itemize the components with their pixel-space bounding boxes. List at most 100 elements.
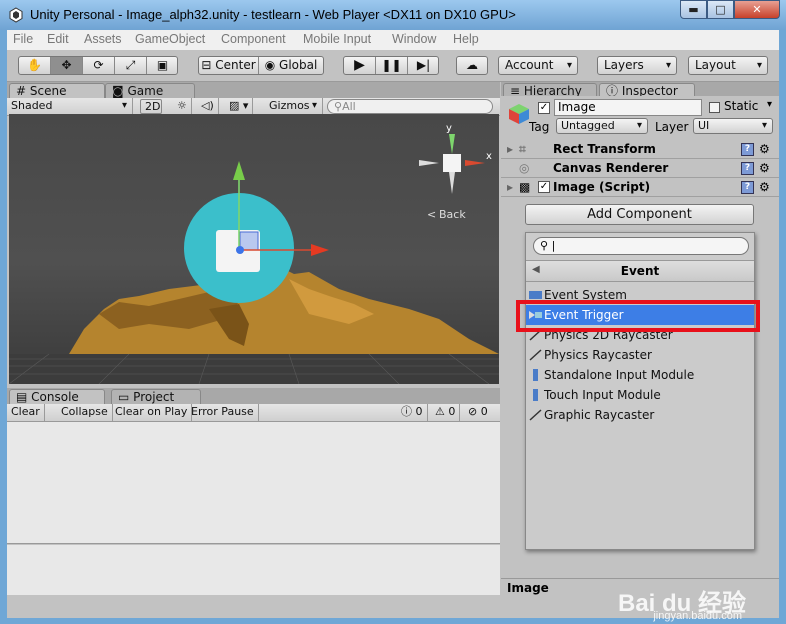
info-icon: ⓘ xyxy=(401,405,412,418)
layers-dropdown[interactable]: Layers xyxy=(597,56,677,75)
component-image-script[interactable]: ▸ ▩ ✓ Image (Script) ? ⚙ xyxy=(501,178,779,197)
lighting-toggle[interactable]: ☼ xyxy=(173,98,192,115)
rect-tool-button[interactable]: ▣ xyxy=(147,57,178,74)
step-icon: ▶| xyxy=(416,58,431,72)
global-toggle[interactable]: ◉ Global xyxy=(259,57,323,74)
menu-help[interactable]: Help xyxy=(453,32,479,46)
component-canvas-renderer[interactable]: ◎ Canvas Renderer ? ⚙ xyxy=(501,159,779,178)
move-tool-button[interactable]: ✥ xyxy=(51,57,83,74)
tab-console[interactable]: ▤ Console xyxy=(9,389,105,405)
menu-file[interactable]: File xyxy=(13,32,33,46)
list-item-graphic-raycaster[interactable]: Graphic Raycaster xyxy=(526,405,754,425)
component-enabled-checkbox[interactable]: ✓ xyxy=(538,181,550,193)
help-icon[interactable]: ? xyxy=(741,143,754,156)
clear-button[interactable]: Clear xyxy=(7,404,45,421)
list-item-touch-input-module[interactable]: Touch Input Module xyxy=(526,385,754,405)
add-component-button[interactable]: Add Component xyxy=(525,204,754,225)
menu-mobile-input[interactable]: Mobile Input xyxy=(303,32,371,46)
audio-toggle[interactable]: ◁) xyxy=(197,98,219,115)
category-header: ◀ Event xyxy=(526,260,754,282)
game-icon: ◙ xyxy=(112,84,124,98)
rotate-icon: ⟳ xyxy=(93,58,104,72)
search-icon: ⚲ xyxy=(334,100,343,113)
canvas-renderer-icon: ◎ xyxy=(519,161,530,175)
error-icon: ⊘ xyxy=(468,405,478,418)
component-rect-transform[interactable]: ▸ ⌗ Rect Transform ? ⚙ xyxy=(501,140,779,159)
gear-icon[interactable]: ⚙ xyxy=(759,178,770,196)
rotate-tool-button[interactable]: ⟳ xyxy=(83,57,115,74)
account-dropdown[interactable]: Account xyxy=(498,56,578,75)
raycaster-icon xyxy=(529,409,542,421)
input-module-icon xyxy=(533,369,538,381)
gameobject-cube-icon xyxy=(509,104,529,124)
pause-button[interactable]: ❚❚ xyxy=(376,57,408,74)
layout-dropdown[interactable]: Layout xyxy=(688,56,768,75)
tab-game[interactable]: ◙ Game xyxy=(105,83,195,99)
gear-icon[interactable]: ⚙ xyxy=(759,140,770,158)
menu-edit[interactable]: Edit xyxy=(47,32,69,46)
rect-icon: ▣ xyxy=(156,58,169,72)
scene-view[interactable]: y x < Back xyxy=(9,114,499,384)
foldout-arrow-icon: ▸ xyxy=(507,180,514,194)
center-toggle[interactable]: ⊟ Center xyxy=(199,57,259,74)
console-log-list[interactable] xyxy=(7,422,500,544)
gizmos-dropdown[interactable]: Gizmos xyxy=(265,98,323,115)
static-checkbox[interactable] xyxy=(709,102,720,113)
tag-dropdown[interactable]: Untagged xyxy=(556,118,648,134)
cloud-button[interactable]: ☁ xyxy=(456,56,488,75)
layer-label: Layer xyxy=(655,120,689,134)
menu-assets[interactable]: Assets xyxy=(84,32,122,46)
static-label: Static xyxy=(724,99,759,113)
shading-mode-dropdown[interactable]: Shaded xyxy=(7,98,133,115)
close-button[interactable]: ✕ xyxy=(734,0,780,19)
effects-dropdown[interactable]: ▨ ▾ xyxy=(225,98,254,115)
info-count-toggle[interactable]: ⓘ 0 xyxy=(397,404,428,421)
active-checkbox[interactable]: ✓ xyxy=(538,102,550,114)
gear-icon[interactable]: ⚙ xyxy=(759,159,770,177)
pivot-controls: ⊟ Center ◉ Global xyxy=(198,56,324,75)
menu-window[interactable]: Window xyxy=(392,32,436,46)
minimize-button[interactable]: ▬ xyxy=(680,0,707,19)
console-tabbar: ▤ Console ▭ Project xyxy=(7,388,500,405)
object-name-field[interactable]: Image xyxy=(554,99,702,116)
sun-icon: ☼ xyxy=(177,99,187,112)
scale-tool-button[interactable]: ⤢ xyxy=(115,57,147,74)
error-pause-button[interactable]: Error Pause xyxy=(187,404,259,421)
tab-scene[interactable]: # Scene xyxy=(9,83,105,99)
svg-text:y: y xyxy=(446,123,452,134)
warning-count-toggle[interactable]: ⚠ 0 xyxy=(431,404,461,421)
collapse-button[interactable]: Collapse xyxy=(57,404,113,421)
unity-logo-icon xyxy=(9,7,23,23)
step-button[interactable]: ▶| xyxy=(408,57,439,74)
highlight-annotation xyxy=(516,300,760,332)
menu-gameobject[interactable]: GameObject xyxy=(135,32,205,46)
tab-project[interactable]: ▭ Project xyxy=(111,389,201,405)
help-icon[interactable]: ? xyxy=(741,162,754,175)
layer-dropdown[interactable]: UI xyxy=(693,118,773,134)
static-dropdown-arrow[interactable]: ▾ xyxy=(767,99,772,110)
hand-tool-button[interactable]: ✋ xyxy=(19,57,51,74)
back-view-label: < xyxy=(427,208,436,221)
image-component-icon: ▩ xyxy=(519,180,531,194)
touch-icon xyxy=(533,389,538,401)
list-item-standalone-input-module[interactable]: Standalone Input Module xyxy=(526,365,754,385)
component-search-input[interactable]: ⚲ | xyxy=(533,237,749,255)
scene-search-input[interactable]: ⚲All xyxy=(327,99,493,114)
play-icon: ▶ xyxy=(354,57,365,73)
play-button[interactable]: ▶ xyxy=(344,57,376,74)
help-icon[interactable]: ? xyxy=(741,181,754,194)
maximize-button[interactable]: □ xyxy=(707,0,734,19)
folder-icon: ▭ xyxy=(118,390,130,404)
move-icon: ✥ xyxy=(61,58,72,72)
rect-transform-icon: ⌗ xyxy=(519,142,526,156)
error-count-toggle[interactable]: ⊘ 0 xyxy=(464,404,492,421)
search-icon: ⚲ xyxy=(540,239,549,252)
tag-label: Tag xyxy=(529,120,550,134)
2d-toggle[interactable]: 2D xyxy=(140,99,162,114)
console-detail-area xyxy=(7,545,500,595)
pivot-icon: ⊟ xyxy=(201,58,212,72)
menu-component[interactable]: Component xyxy=(221,32,286,46)
list-item-physics-raycaster[interactable]: Physics Raycaster xyxy=(526,345,754,365)
raycaster-icon xyxy=(529,349,542,361)
clear-on-play-button[interactable]: Clear on Play xyxy=(111,404,193,421)
